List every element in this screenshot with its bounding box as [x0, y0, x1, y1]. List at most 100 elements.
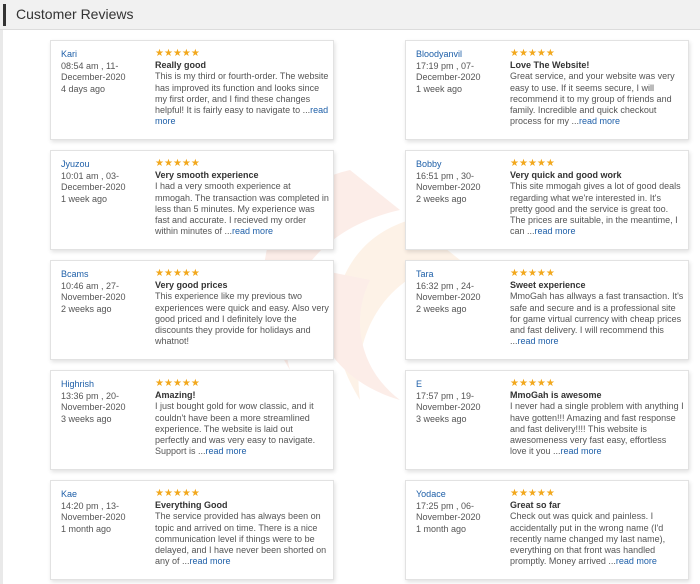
review-age: 4 days ago: [61, 83, 106, 94]
review-meta: Jyuzou 10:01 am , 03-December-2020 1 wee…: [61, 159, 149, 205]
review-title: Very good prices: [155, 280, 228, 290]
review-card: Yodace 17:25 pm , 06-November-2020 1 mon…: [405, 480, 689, 580]
star-rating: ★★★★★: [510, 488, 684, 499]
read-more-link[interactable]: read more: [190, 556, 231, 566]
star-icon: ★: [527, 488, 537, 499]
review-meta: Bobby 16:51 pm , 30-November-2020 2 week…: [416, 159, 504, 205]
read-more-link[interactable]: read more: [535, 226, 576, 236]
star-icon: ★: [536, 378, 546, 389]
reviewer-name[interactable]: Bloodyanvil: [416, 49, 504, 61]
review-card: Tara 16:32 pm , 24-November-2020 2 weeks…: [405, 260, 689, 360]
star-icon: ★: [545, 268, 555, 279]
star-icon: ★: [163, 488, 173, 499]
review-content: ★★★★★ Love The Website! Great service, a…: [510, 48, 684, 128]
review-age: 2 weeks ago: [61, 303, 112, 314]
star-icon: ★: [527, 158, 537, 169]
reviewer-name[interactable]: Jyuzou: [61, 159, 149, 171]
review-card: Highrish 13:36 pm , 20-November-2020 3 w…: [50, 370, 334, 470]
star-icon: ★: [181, 378, 191, 389]
reviewer-name[interactable]: E: [416, 379, 504, 391]
star-icon: ★: [527, 48, 537, 59]
star-rating: ★★★★★: [155, 48, 329, 59]
reviewer-name[interactable]: Yodace: [416, 489, 504, 501]
review-age: 3 weeks ago: [61, 413, 112, 424]
star-icon: ★: [545, 158, 555, 169]
star-icon: ★: [155, 48, 164, 59]
review-content: ★★★★★ Great so far Check out was quick a…: [510, 488, 684, 568]
section-title: Customer Reviews: [16, 6, 134, 22]
review-meta: Bcams 10:46 am , 27-November-2020 2 week…: [61, 269, 149, 315]
review-card: Kae 14:20 pm , 13-November-2020 1 month …: [50, 480, 334, 580]
review-text: This is my third or fourth-order. The we…: [155, 71, 329, 116]
star-icon: ★: [181, 268, 191, 279]
review-age: 1 month ago: [61, 523, 112, 534]
star-rating: ★★★★★: [155, 378, 329, 389]
review-age: 1 week ago: [416, 83, 463, 94]
star-icon: ★: [545, 48, 555, 59]
review-age: 2 weeks ago: [416, 303, 467, 314]
reviewer-name[interactable]: Highrish: [61, 379, 149, 391]
review-date: 16:32 pm , 24-November-2020: [416, 280, 481, 303]
star-icon: ★: [172, 488, 182, 499]
reviewer-name[interactable]: Kae: [61, 489, 149, 501]
review-card: Bcams 10:46 am , 27-November-2020 2 week…: [50, 260, 334, 360]
star-icon: ★: [155, 378, 164, 389]
star-icon: ★: [536, 158, 546, 169]
review-card: Bobby 16:51 pm , 30-November-2020 2 week…: [405, 150, 689, 250]
review-meta: Kae 14:20 pm , 13-November-2020 1 month …: [61, 489, 149, 535]
review-title: Really good: [155, 60, 207, 70]
section-header: Customer Reviews: [0, 0, 700, 30]
star-icon: ★: [518, 378, 528, 389]
review-card: Jyuzou 10:01 am , 03-December-2020 1 wee…: [50, 150, 334, 250]
review-date: 08:54 am , 11-December-2020: [61, 60, 126, 83]
star-icon: ★: [172, 48, 182, 59]
review-content: ★★★★★ Very good prices This experience l…: [155, 268, 329, 348]
star-icon: ★: [190, 158, 200, 169]
read-more-link[interactable]: read more: [232, 226, 273, 236]
reviewer-name[interactable]: Bcams: [61, 269, 149, 281]
star-icon: ★: [181, 488, 191, 499]
read-more-link[interactable]: read more: [616, 556, 657, 566]
left-edge-divider: [0, 30, 3, 584]
star-icon: ★: [510, 378, 519, 389]
star-rating: ★★★★★: [155, 158, 329, 169]
review-content: ★★★★★ Sweet experience MmoGah has allway…: [510, 268, 684, 348]
read-more-link[interactable]: read more: [561, 446, 602, 456]
review-meta: Bloodyanvil 17:19 pm , 07-December-2020 …: [416, 49, 504, 95]
star-icon: ★: [518, 268, 528, 279]
star-icon: ★: [163, 48, 173, 59]
review-title: Amazing!: [155, 390, 196, 400]
review-title: Very quick and good work: [510, 170, 622, 180]
star-icon: ★: [545, 378, 555, 389]
read-more-link[interactable]: read more: [206, 446, 247, 456]
star-icon: ★: [190, 268, 200, 279]
review-date: 14:20 pm , 13-November-2020: [61, 500, 126, 523]
reviewer-name[interactable]: Kari: [61, 49, 149, 61]
star-icon: ★: [536, 268, 546, 279]
star-icon: ★: [163, 158, 173, 169]
star-icon: ★: [518, 48, 528, 59]
star-icon: ★: [155, 268, 164, 279]
star-icon: ★: [518, 158, 528, 169]
star-icon: ★: [510, 488, 519, 499]
review-age: 1 month ago: [416, 523, 467, 534]
review-content: ★★★★★ MmoGah is awesome I never had a si…: [510, 378, 684, 458]
review-date: 13:36 pm , 20-November-2020: [61, 390, 126, 413]
review-text: This experience like my previous two exp…: [155, 291, 329, 347]
review-card: E 17:57 pm , 19-November-2020 3 weeks ag…: [405, 370, 689, 470]
review-date: 17:25 pm , 06-November-2020: [416, 500, 481, 523]
review-title: Everything Good: [155, 500, 228, 510]
reviewer-name[interactable]: Bobby: [416, 159, 504, 171]
star-icon: ★: [510, 268, 519, 279]
star-icon: ★: [518, 488, 528, 499]
star-icon: ★: [190, 378, 200, 389]
review-title: Love The Website!: [510, 60, 590, 70]
read-more-link[interactable]: read more: [579, 116, 620, 126]
star-icon: ★: [536, 48, 546, 59]
read-more-link[interactable]: read more: [518, 336, 559, 346]
review-content: ★★★★★ Really good This is my third or fo…: [155, 48, 329, 128]
star-icon: ★: [545, 488, 555, 499]
star-rating: ★★★★★: [155, 268, 329, 279]
star-icon: ★: [163, 268, 173, 279]
reviewer-name[interactable]: Tara: [416, 269, 504, 281]
